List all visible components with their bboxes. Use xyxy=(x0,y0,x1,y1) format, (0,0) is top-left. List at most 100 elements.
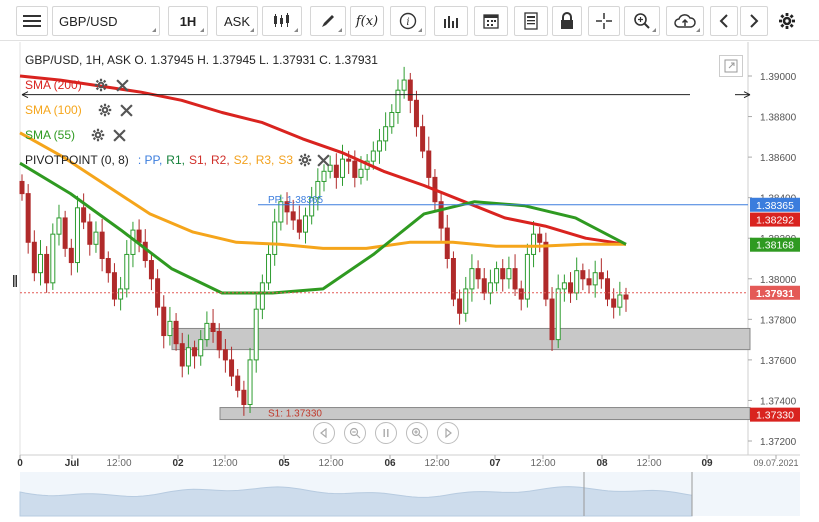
close-icon[interactable] xyxy=(113,128,126,142)
pivot-item-1: R1, xyxy=(166,153,185,167)
gear-icon[interactable] xyxy=(91,128,105,142)
price-type-label: ASK xyxy=(223,13,250,29)
candle-body xyxy=(173,320,179,345)
expand-button[interactable] xyxy=(719,55,743,77)
ohlc-readout: GBP/USD, 1H, ASK O. 1.37945 H. 1.37945 L… xyxy=(25,53,378,67)
pivot-label: S1: 1.37330 xyxy=(268,409,322,420)
timeframe-selector[interactable]: 1H xyxy=(168,6,208,36)
sma100-label: SMA (100) xyxy=(25,103,82,117)
play-forward-icon xyxy=(445,428,452,438)
toolbar: GBP/USD 1H ASK f(x) i xyxy=(0,0,819,41)
candle-body xyxy=(198,339,204,357)
symbol-selector[interactable]: GBP/USD xyxy=(52,6,160,36)
candle-body xyxy=(303,215,309,233)
info-button[interactable]: i xyxy=(390,6,426,36)
gear-icon[interactable] xyxy=(94,78,108,92)
pivot-item-4: S2, xyxy=(233,153,252,167)
lock-button[interactable] xyxy=(552,6,582,36)
left-drag-handle[interactable] xyxy=(13,273,17,289)
candlestick-icon xyxy=(274,13,289,27)
candle-body xyxy=(500,268,506,280)
pen-icon xyxy=(322,15,334,27)
candle-body xyxy=(222,349,228,361)
candle-body xyxy=(148,260,154,280)
nav-back-button[interactable] xyxy=(313,422,335,444)
x-tick-label: Jul xyxy=(65,458,80,469)
x-tick-label: 08 xyxy=(596,458,608,469)
x-tick-label: 09 xyxy=(701,458,713,469)
candle-body xyxy=(25,193,31,243)
crosshair-icon xyxy=(596,13,612,29)
candle-body xyxy=(253,308,259,361)
candle-body xyxy=(512,268,518,290)
scroll-right-button[interactable] xyxy=(740,6,768,36)
candle-body xyxy=(235,375,241,391)
sma200-label: SMA (200) xyxy=(25,78,82,92)
sma100-line xyxy=(19,131,626,250)
candle-body xyxy=(395,89,401,113)
y-tick-label: 1.38000 xyxy=(760,275,797,286)
pivot-item-2: S1, xyxy=(188,153,207,167)
candle-body xyxy=(339,158,345,178)
scroll-left-button[interactable] xyxy=(710,6,738,36)
legend-pivotpoint[interactable]: PIVOTPOINT (0, 8) : PP, R1, S1, R2, S2, R3, S3 xyxy=(25,153,330,167)
drawing-tools-button[interactable] xyxy=(310,6,346,36)
x-tick-label: 12:00 xyxy=(318,458,343,469)
legend-sma55[interactable]: SMA (55) xyxy=(25,128,126,142)
price-axis: 1.390001.388001.386001.384001.382001.380… xyxy=(748,72,800,448)
candle-body xyxy=(130,229,136,255)
x-tick-label: 12:00 xyxy=(106,458,131,469)
close-icon[interactable] xyxy=(317,153,330,167)
pivot-label: PP: 1.38365 xyxy=(268,195,323,206)
legend-sma200[interactable]: SMA (200) xyxy=(25,78,129,92)
candle-body xyxy=(124,253,130,290)
volume-button[interactable] xyxy=(434,6,468,36)
candle-body xyxy=(167,320,173,337)
candle-body xyxy=(161,306,167,337)
zoom-out-icon xyxy=(349,427,361,439)
indicators-button[interactable]: f(x) xyxy=(350,6,384,36)
candle-body xyxy=(574,270,580,294)
candle-body xyxy=(50,233,56,284)
cloud-button[interactable] xyxy=(666,6,704,36)
candle-body xyxy=(586,278,592,286)
candle-body xyxy=(229,359,235,377)
x-tick-label: 02 xyxy=(172,458,184,469)
close-icon[interactable] xyxy=(116,78,129,92)
crosshair-button[interactable] xyxy=(588,6,620,36)
candle-body xyxy=(592,272,598,286)
candle-body xyxy=(389,112,395,128)
menu-button[interactable] xyxy=(16,6,48,36)
candle-body xyxy=(136,229,142,243)
legend-sma100[interactable]: SMA (100) xyxy=(25,103,133,117)
settings-button[interactable] xyxy=(776,6,798,36)
candle-body xyxy=(31,241,37,274)
candle-body xyxy=(469,268,475,290)
gear-icon[interactable] xyxy=(298,153,312,167)
zoom-button[interactable] xyxy=(624,6,660,36)
candle-body xyxy=(537,233,543,243)
chart-type-button[interactable] xyxy=(262,6,302,36)
price-type-selector[interactable]: ASK xyxy=(216,6,258,36)
nav-zoom-in-button[interactable] xyxy=(406,422,428,444)
candle-body xyxy=(617,294,623,308)
candles xyxy=(19,66,629,416)
document-icon xyxy=(524,12,538,30)
gear-icon[interactable] xyxy=(98,103,112,117)
price-tag-label: 1.38168 xyxy=(756,240,794,252)
symbol-label: GBP/USD xyxy=(59,13,118,29)
candle-body xyxy=(19,180,25,195)
candle-body xyxy=(99,231,105,259)
calendar-button[interactable] xyxy=(474,6,508,36)
pause-icon xyxy=(383,429,389,437)
candle-body xyxy=(568,282,574,294)
nav-zoom-out-button[interactable] xyxy=(344,422,366,444)
nav-pause-button[interactable] xyxy=(375,422,397,444)
x-tick-label: 06 xyxy=(384,458,396,469)
candle-body xyxy=(81,207,87,223)
notes-button[interactable] xyxy=(514,6,548,36)
nav-forward-button[interactable] xyxy=(437,422,459,444)
close-icon[interactable] xyxy=(120,103,133,117)
y-tick-label: 1.37600 xyxy=(760,356,797,367)
candle-body xyxy=(259,282,265,310)
